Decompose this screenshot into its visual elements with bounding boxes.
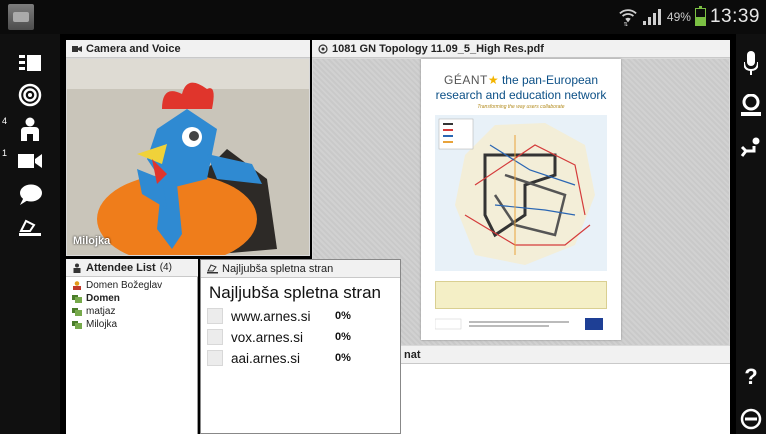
attendee-pod-title[interactable]: Attendee List (4) xyxy=(66,259,198,277)
wifi-icon: ⇅ xyxy=(619,9,637,26)
attendees-button[interactable] xyxy=(12,114,48,144)
webcam-button[interactable] xyxy=(738,90,764,120)
document-pod-title[interactable]: 1081 GN Topology 11.09_5_High Res.pdf xyxy=(312,40,730,58)
document-heading-line-1: GÉANT★ the pan-European xyxy=(421,73,621,87)
poll-title-text: Najljubša spletna stran xyxy=(222,262,334,275)
battery-percent: 49% xyxy=(666,10,691,24)
poll-option-checkbox[interactable] xyxy=(207,329,223,345)
poll-option-percent: 0% xyxy=(335,352,351,364)
attendees-small-icon xyxy=(73,263,81,273)
camera-pod-title[interactable]: Camera and Voice xyxy=(66,40,310,58)
attendees-icon xyxy=(21,117,39,141)
microphone-button[interactable] xyxy=(738,48,764,78)
camera-video-feed[interactable]: Milojka xyxy=(67,59,309,255)
right-toolbar: ? xyxy=(736,34,766,434)
svg-text:⇅: ⇅ xyxy=(623,22,628,26)
chat-pod-title[interactable]: nat xyxy=(400,346,730,364)
attendee-list: Domen Božeglav Domen matjaz Milojka xyxy=(70,279,196,331)
attendee-count: (4) xyxy=(159,262,172,273)
poll-pod-title[interactable]: Najljubša spletna stran xyxy=(201,260,400,278)
raise-hand-icon xyxy=(19,219,41,236)
app-notification-icon xyxy=(8,4,34,30)
share-target-icon xyxy=(318,43,328,54)
battery-icon xyxy=(694,6,706,26)
poll-option[interactable]: aai.arnes.si 0% xyxy=(207,348,351,368)
poll-option[interactable]: www.arnes.si 0% xyxy=(207,306,351,326)
attendee-name: Domen xyxy=(86,293,120,304)
document-footer-logos xyxy=(435,318,603,330)
poll-question: Najljubša spletna stran xyxy=(209,283,381,302)
attendee-name: matjaz xyxy=(86,306,116,317)
participant-icon xyxy=(72,308,82,316)
document-legend xyxy=(435,281,607,309)
poll-option-label: vox.arnes.si xyxy=(231,329,304,345)
document-heading-2: research and education network xyxy=(435,88,607,102)
broadcast-icon xyxy=(18,83,42,107)
attendee-item[interactable]: matjaz xyxy=(70,305,196,318)
attendee-name: Domen Božeglav xyxy=(86,280,163,291)
attendee-name: Milojka xyxy=(86,319,118,330)
attendee-item[interactable]: Domen Božeglav xyxy=(70,279,196,292)
clock: 13:39 xyxy=(709,6,760,27)
status-indicators: ⇅ 49% 13:39 xyxy=(619,4,760,30)
attendee-item[interactable]: Domen xyxy=(70,292,196,305)
poll-option-label: aai.arnes.si xyxy=(231,350,301,366)
help-button[interactable]: ? xyxy=(738,362,764,392)
poll-option-percent: 0% xyxy=(335,331,351,343)
chat-pod-title-text: nat xyxy=(404,348,421,361)
left-toolbar: 4 1 xyxy=(0,34,60,434)
chat-button[interactable] xyxy=(12,180,48,210)
document-page[interactable]: GÉANT★ the pan-European research and edu… xyxy=(421,59,621,340)
camera-icon xyxy=(18,154,42,168)
signal-strength-icon xyxy=(642,9,661,25)
layout-icon xyxy=(19,55,41,71)
presenter-icon xyxy=(72,295,82,303)
poll-icon xyxy=(207,263,218,273)
camera-count-badge: 1 xyxy=(2,148,8,158)
poll-option[interactable]: vox.arnes.si 0% xyxy=(207,327,351,347)
status-bar: ⇅ 49% 13:39 xyxy=(0,0,766,34)
minus-circle-icon xyxy=(740,408,762,430)
raise-hand-button[interactable] xyxy=(12,212,48,242)
microphone-icon xyxy=(744,51,758,75)
poll-option-percent: 0% xyxy=(335,310,351,322)
webcam-icon xyxy=(741,94,761,116)
document-heading-1: the pan-European xyxy=(501,73,599,87)
geant-star-icon: ★ xyxy=(487,73,499,87)
layout-button[interactable] xyxy=(12,48,48,78)
attendee-count-badge: 4 xyxy=(2,116,8,126)
attendee-list-title: Attendee List xyxy=(86,261,156,274)
camera-button[interactable] xyxy=(12,146,48,176)
hand-raise-button[interactable] xyxy=(738,132,764,162)
speaker-name: Milojka xyxy=(73,235,111,247)
host-icon xyxy=(73,281,81,290)
hand-raise-icon xyxy=(740,137,760,157)
camera-pod-title-text: Camera and Voice xyxy=(86,42,181,55)
poll-option-checkbox[interactable] xyxy=(207,308,223,324)
document-title-text: 1081 GN Topology 11.09_5_High Res.pdf xyxy=(332,42,544,55)
chat-bubble-icon xyxy=(20,184,42,205)
poll-option-label: www.arnes.si xyxy=(231,308,311,324)
video-frame-image xyxy=(67,59,309,255)
attendee-item[interactable]: Milojka xyxy=(70,318,196,331)
document-tagline: Transforming the way users collaborate xyxy=(477,104,565,110)
geant-brand: GÉANT xyxy=(443,73,488,87)
participant-icon xyxy=(72,321,82,329)
network-map-image xyxy=(435,115,607,271)
minimize-button[interactable] xyxy=(738,404,764,434)
poll-option-checkbox[interactable] xyxy=(207,350,223,366)
video-camera-icon xyxy=(72,45,82,52)
broadcast-button[interactable] xyxy=(12,80,48,110)
